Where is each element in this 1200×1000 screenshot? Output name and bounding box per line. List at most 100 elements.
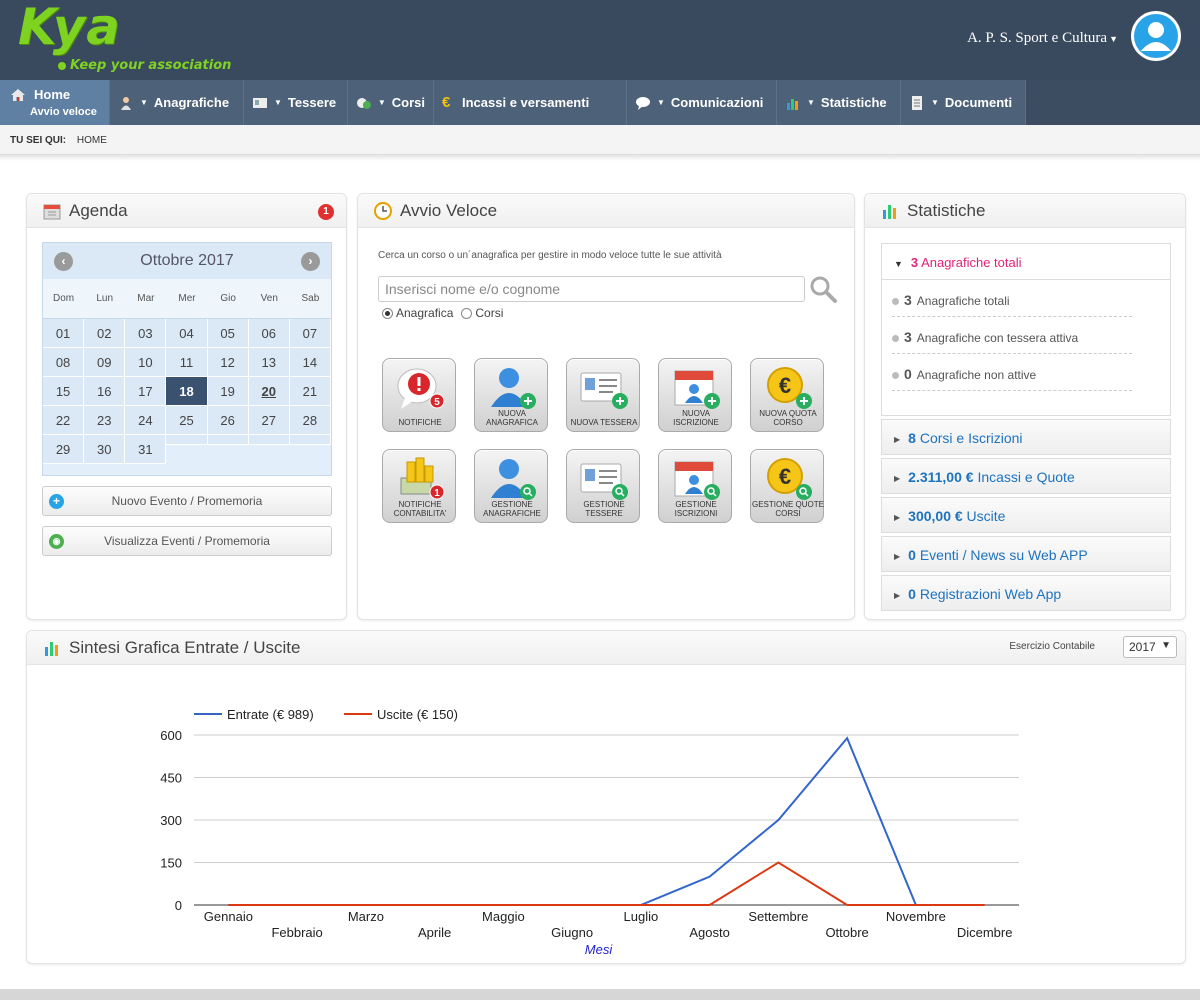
search-type-radios: Anagrafica Corsi [382, 306, 503, 320]
calendar-day[interactable]: 02 [84, 319, 126, 348]
tile-label: GESTIONE ANAGRAFICHE [483, 500, 541, 518]
calendar-day[interactable]: 06 [248, 319, 290, 348]
nav-statistiche[interactable]: ▼ Statistiche [777, 80, 901, 125]
search-icon[interactable] [808, 274, 838, 304]
calendar-day[interactable]: 27 [248, 406, 290, 435]
radio-corsi[interactable]: Corsi [461, 306, 503, 320]
calendar-day[interactable]: 07 [289, 319, 331, 348]
stat-anagrafiche-toggle[interactable]: ▼ 3 Anagrafiche totali [882, 244, 1170, 280]
tile-label: NUOVA QUOTA CORSO [759, 409, 817, 427]
calendar-day[interactable]: 22 [43, 406, 85, 435]
stat-row-value: 300,00 € [908, 508, 963, 524]
chevron-left-icon[interactable]: ‹ [54, 252, 73, 271]
calendar-day[interactable]: 31 [125, 435, 167, 464]
view-events-button[interactable]: ◉ Visualizza Eventi / Promemoria [42, 526, 332, 556]
nav-label: Incassi e versamenti [462, 95, 590, 110]
nav-label: Documenti [944, 95, 1013, 110]
x-tick-label: Aprile [418, 925, 451, 940]
stat-row-registrazioni[interactable]: ▶ 0 Registrazioni Web App [881, 575, 1171, 611]
kya-logo[interactable]: Kya Keep your association [14, 0, 254, 78]
tile-gestione-tessere[interactable]: GESTIONE TESSERE [566, 449, 640, 523]
calendar-day[interactable]: 05 [207, 319, 249, 348]
nav-home[interactable]: Home Avvio veloce [0, 80, 110, 125]
nav-home-label: Home [34, 87, 71, 102]
x-tick-label: Novembre [886, 909, 946, 924]
stat-row-incassi[interactable]: ▶ 2.311,00 € Incassi e Quote [881, 458, 1171, 494]
calendar-icon [43, 204, 61, 219]
calendar-day[interactable]: 11 [166, 348, 208, 377]
calendar-day[interactable]: 25 [166, 406, 208, 435]
tile-notifiche-contabilita[interactable]: 1 NOTIFICHE CONTABILITA' [382, 449, 456, 523]
new-event-button[interactable]: + Nuovo Evento / Promemoria [42, 486, 332, 516]
dropdown-arrow-icon: ▼ [1161, 640, 1171, 651]
tile-nuova-anagrafica[interactable]: NUOVA ANAGRAFICA [474, 358, 548, 432]
bar-chart-icon [45, 641, 58, 656]
tile-notifiche[interactable]: 5 NOTIFICHE [382, 358, 456, 432]
stat-line-value: 0 [904, 366, 912, 382]
breadcrumb-current[interactable]: HOME [77, 135, 107, 146]
user-avatar-icon[interactable] [1131, 11, 1181, 61]
caret-down-icon: ▼ [1109, 34, 1118, 44]
money-icon: 1 [400, 457, 445, 500]
tile-gestione-iscrizioni[interactable]: GESTIONE ISCRIZIONI [658, 449, 732, 523]
stat-value: 3 [910, 255, 919, 270]
calendar-day[interactable]: 21 [289, 377, 331, 406]
calendar: ‹ Ottobre 2017 › Dom Lun Mar Mer Gio Ven Sab 0… [42, 242, 332, 476]
stat-row-uscite[interactable]: ▶ 300,00 € Uscite [881, 497, 1171, 533]
calendar-weekdays: Dom Lun Mar Mer Gio Ven Sab [43, 279, 331, 319]
calendar-day[interactable]: 10 [125, 348, 167, 377]
stat-line: 3 Anagrafiche con tessera attiva [892, 317, 1132, 354]
statistiche-header: Statistiche [865, 194, 1185, 228]
stat-row-eventi[interactable]: ▶ 0 Eventi / News su Web APP [881, 536, 1171, 572]
bullet-icon [892, 372, 899, 379]
tile-nuova-iscrizione[interactable]: NUOVA ISCRIZIONE [658, 358, 732, 432]
tile-gestione-quote[interactable]: € GESTIONE QUOTE CORSI [750, 449, 824, 523]
calendar-day[interactable]: 20 [248, 377, 290, 406]
search-input[interactable] [378, 276, 805, 302]
calendar-day[interactable]: 23 [84, 406, 126, 435]
year-select[interactable]: 2017 ▼ [1123, 636, 1177, 658]
sintesi-panel: Sintesi Grafica Entrate / Uscite Eserciz… [26, 630, 1186, 964]
calendar-day[interactable]: 03 [125, 319, 167, 348]
tile-nuova-quota[interactable]: € NUOVA QUOTA CORSO [750, 358, 824, 432]
calendar-day[interactable]: 28 [289, 406, 331, 435]
calendar-day[interactable]: 14 [289, 348, 331, 377]
calendar-day[interactable]: 29 [43, 435, 85, 464]
tile-gestione-anagrafiche[interactable]: GESTIONE ANAGRAFICHE [474, 449, 548, 523]
nav-documenti[interactable]: ▼ Documenti [901, 80, 1026, 125]
tile-nuova-tessera[interactable]: NUOVA TESSERA [566, 358, 640, 432]
stat-line-label: Anagrafiche con tessera attiva [916, 331, 1079, 345]
radio-corsi-label: Corsi [475, 306, 504, 320]
association-name: A. P. S. Sport e Cultura [967, 30, 1108, 46]
caret-right-icon: ▶ [894, 512, 901, 522]
calendar-day[interactable]: 04 [166, 319, 208, 348]
calendar-day[interactable]: 19 [207, 377, 249, 406]
calendar-day[interactable]: 08 [43, 348, 85, 377]
calendar-day[interactable]: 18 [166, 377, 208, 406]
association-menu[interactable]: A. P. S. Sport e Cultura ▼ [967, 30, 1118, 47]
calendar-day[interactable]: 17 [125, 377, 167, 406]
calendar-day[interactable]: 12 [207, 348, 249, 377]
calendar-day[interactable]: 26 [207, 406, 249, 435]
stat-label: Anagrafiche totali [921, 255, 1022, 270]
calendar-day[interactable]: 09 [84, 348, 126, 377]
nav-incassi[interactable]: € Incassi e versamenti [434, 80, 627, 125]
stat-row-corsi[interactable]: ▶ 8 Corsi e Iscrizioni [881, 419, 1171, 455]
calendar-day[interactable]: 15 [43, 377, 85, 406]
nav-tessere[interactable]: ▼ Tessere [244, 80, 348, 125]
calendar-day[interactable]: 13 [248, 348, 290, 377]
calendar-day[interactable]: 30 [84, 435, 126, 464]
radio-anagrafica[interactable]: Anagrafica [382, 306, 453, 320]
chevron-right-icon[interactable]: › [301, 252, 320, 271]
caret-down-icon: ▼ [377, 98, 386, 107]
nav-comunicazioni[interactable]: ▼ Comunicazioni [627, 80, 777, 125]
nav-corsi[interactable]: ▼ Corsi [348, 80, 434, 125]
calendar-day[interactable]: 01 [43, 319, 85, 348]
calendar-day[interactable]: 24 [125, 406, 167, 435]
stat-row-label: Incassi e Quote [977, 469, 1075, 485]
calendar-day[interactable]: 16 [84, 377, 126, 406]
caret-right-icon: ▶ [894, 551, 901, 561]
nav-anagrafiche[interactable]: ▼ Anagrafiche [110, 80, 244, 125]
y-tick-label: 450 [160, 771, 182, 786]
breadcrumb-label: TU SEI QUI: [10, 135, 67, 146]
